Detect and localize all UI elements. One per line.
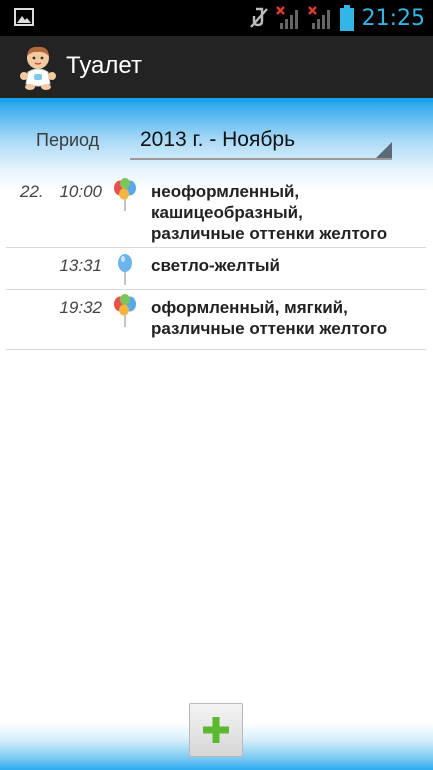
baby-icon[interactable] xyxy=(18,44,58,90)
entry-description: неоформленный, кашицеобразный, различные… xyxy=(151,182,388,243)
status-clock: 21:25 xyxy=(361,5,425,31)
entry-time: 19:32 xyxy=(59,298,102,317)
mute-icon xyxy=(249,7,268,28)
add-entry-button[interactable] xyxy=(189,703,243,757)
content-area: Период 2013 г. - Ноябрь 22. 10:00 неофор… xyxy=(0,102,433,700)
screen-title: Туалет xyxy=(66,52,142,79)
period-label: Период xyxy=(36,130,100,150)
balloons-multicolor-icon xyxy=(114,178,136,211)
entry-description: светло-желтый xyxy=(151,256,281,275)
list-item[interactable]: 22. 10:00 неоформленный, кашицеобразный,… xyxy=(6,174,426,248)
entry-date: 22. xyxy=(20,182,44,201)
bottom-bar xyxy=(0,700,433,770)
balloons-multicolor-icon xyxy=(114,294,136,327)
status-icons: 21:25 xyxy=(248,3,425,33)
status-bar: 21:25 xyxy=(0,0,433,36)
gallery-icon xyxy=(14,8,34,26)
action-bar: Туалет xyxy=(0,36,433,98)
entry-description: оформленный, мягкий, различные оттенки ж… xyxy=(151,298,388,338)
period-spinner[interactable]: 2013 г. - Ноябрь xyxy=(130,124,392,160)
signal-no-service-icon xyxy=(307,6,330,29)
battery-icon xyxy=(339,5,354,31)
list-item[interactable]: 13:31 светло-желтый xyxy=(6,248,426,290)
entry-time: 10:00 xyxy=(59,182,102,201)
balloon-blue-icon xyxy=(118,254,132,285)
entry-time: 13:31 xyxy=(59,256,102,275)
signal-no-service-icon xyxy=(275,6,298,29)
spinner-caret-icon xyxy=(376,142,392,158)
plus-icon xyxy=(203,717,229,743)
entries-list: 22. 10:00 неоформленный, кашицеобразный,… xyxy=(6,174,426,350)
list-item[interactable]: 19:32 оформленный, мягкий, различные отт… xyxy=(6,290,426,350)
period-value: 2013 г. - Ноябрь xyxy=(140,128,296,151)
